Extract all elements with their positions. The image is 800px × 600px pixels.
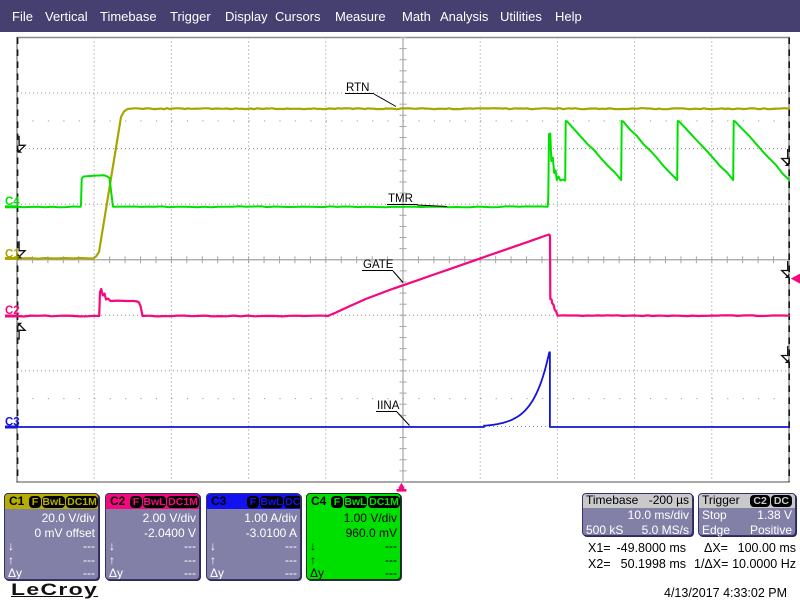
svg-text:TMR: TMR	[388, 193, 413, 205]
svg-text:C3: C3	[5, 417, 20, 429]
svg-text:GATE: GATE	[363, 259, 394, 271]
svg-text:IINA: IINA	[377, 400, 400, 412]
svg-text:RTN: RTN	[346, 82, 369, 94]
svg-text:C4: C4	[5, 196, 20, 208]
svg-text:C1: C1	[5, 249, 20, 261]
svg-text:C2: C2	[5, 305, 20, 317]
